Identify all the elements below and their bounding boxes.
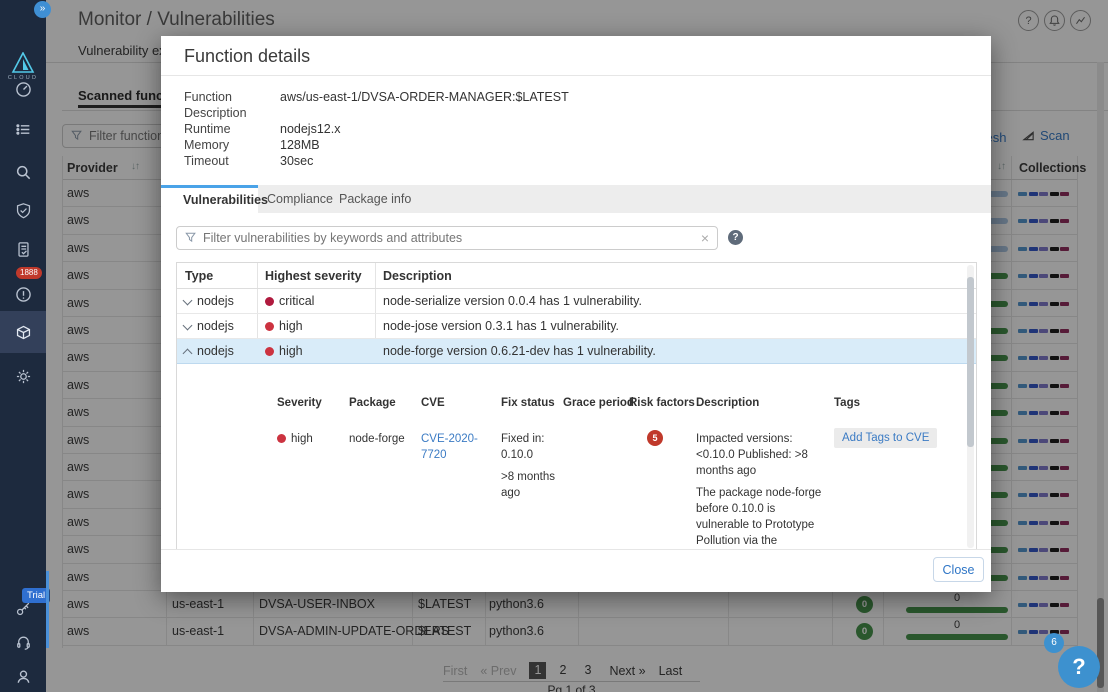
function-details-modal: Function details Function aws/us-east-1/… (161, 36, 991, 592)
detail-col-cve: CVE (421, 397, 445, 409)
severity-dot-high (265, 347, 274, 356)
field-value: 128MB (280, 138, 320, 152)
vulnerabilities-filter-input[interactable] (203, 231, 695, 245)
modal-footer: Close (161, 549, 991, 592)
sidebar-item-settings[interactable] (0, 358, 46, 394)
sidebar-item-compliance[interactable] (0, 231, 46, 267)
vuln-description: node-forge version 0.6.21-dev has 1 vuln… (383, 339, 656, 364)
detail-col-grace-period: Grace period (563, 397, 634, 409)
tab-package-info[interactable]: Package info (339, 185, 411, 213)
tab-vulnerabilities[interactable]: Vulnerabilities (161, 185, 258, 213)
severity-dot-high (265, 322, 274, 331)
vulnerability-row[interactable]: nodejs high node-jose version 0.3.1 has … (177, 314, 976, 339)
alerts-count-badge: 1888 (16, 267, 42, 279)
document-check-icon (15, 241, 32, 258)
sidebar-item-alerts[interactable] (0, 276, 46, 312)
cve-link[interactable]: CVE-2020-7720 (421, 431, 485, 463)
vuln-type: nodejs (197, 289, 234, 314)
detail-col-package: Package (349, 397, 396, 409)
tab-compliance[interactable]: Compliance (267, 185, 333, 213)
vuln-severity: high (279, 339, 303, 364)
vuln-scrollbar-thumb[interactable] (967, 277, 974, 447)
vuln-description: node-jose version 0.3.1 has 1 vulnerabil… (383, 314, 619, 339)
description-para1: Impacted versions: <0.10.0 Published: >8… (696, 431, 824, 479)
sidebar-item-policies[interactable] (0, 111, 46, 147)
detail-severity: high (291, 431, 313, 447)
sidebar-item-support[interactable] (0, 624, 46, 660)
col-highest-severity: Highest severity (265, 263, 362, 289)
help-fab-button[interactable]: ? (1058, 646, 1100, 688)
severity-dot-critical (265, 297, 274, 306)
sidebar-expand-toggle[interactable]: » (34, 1, 51, 18)
detail-col-severity: Severity (277, 397, 322, 409)
risk-factors-badge[interactable]: 5 (647, 430, 663, 446)
detail-col-description: Description (696, 397, 759, 409)
sidebar-item-search[interactable] (0, 154, 46, 190)
col-type: Type (185, 263, 213, 289)
sidebar-item-defend[interactable] (0, 192, 46, 228)
field-value: nodejs12.x (280, 122, 340, 136)
shield-check-icon (15, 202, 32, 219)
detail-fix-status: Fixed in: 0.10.0 >8 months ago (501, 431, 563, 501)
user-icon (15, 668, 32, 685)
sidebar-item-functions[interactable] (0, 314, 46, 350)
vuln-severity: high (279, 314, 303, 339)
detail-col-fix-status: Fix status (501, 397, 555, 409)
fix-line2: >8 months ago (501, 469, 563, 501)
field-label: Function (184, 90, 276, 104)
field-label: Memory (184, 138, 276, 152)
cube-icon (15, 324, 32, 341)
detail-col-risk-factors: Risk factors (629, 397, 695, 409)
sidebar-item-dashboard[interactable] (0, 71, 46, 107)
alert-icon (15, 286, 32, 303)
field-value: 30sec (280, 154, 313, 168)
funnel-icon (185, 232, 197, 244)
field-label: Timeout (184, 154, 276, 168)
field-label: Description (184, 106, 276, 120)
modal-tabbar: Vulnerabilities Compliance Package info (161, 185, 991, 213)
description-para2: The package node-forge before 0.10.0 is … (696, 485, 824, 549)
vuln-type: nodejs (197, 339, 234, 364)
field-value: aws/us-east-1/DVSA-ORDER-MANAGER:$LATEST (280, 90, 569, 104)
detail-col-tags: Tags (834, 397, 860, 409)
help-fab-badge: 6 (1044, 633, 1064, 653)
close-button[interactable]: Close (933, 557, 984, 582)
vulnerabilities-filter[interactable]: × (176, 226, 718, 250)
vulnerability-row-expanded[interactable]: nodejs high node-forge version 0.6.21-de… (177, 339, 976, 364)
vuln-type: nodejs (197, 314, 234, 339)
col-description: Description (383, 263, 452, 289)
sidebar: CLOUD 1888 Trial (0, 0, 46, 692)
chevron-up-icon (183, 349, 193, 359)
detail-description: Impacted versions: <0.10.0 Published: >8… (696, 431, 824, 549)
filter-help-icon[interactable]: ? (728, 230, 743, 245)
field-label: Runtime (184, 122, 276, 136)
severity-dot-high (277, 434, 286, 443)
vulnerabilities-table: Type Highest severity Description nodejs… (176, 262, 977, 549)
add-tags-to-cve-button[interactable]: Add Tags to CVE (834, 428, 937, 448)
detail-package: node-forge (349, 431, 405, 447)
modal-header: Function details (161, 36, 991, 76)
search-icon (15, 164, 32, 181)
vulnerability-detail: Severity Package CVE Fix status Grace pe… (177, 364, 976, 549)
vuln-description: node-serialize version 0.0.4 has 1 vulne… (383, 289, 642, 314)
modal-title: Function details (184, 36, 310, 76)
vuln-severity: critical (279, 289, 314, 314)
clear-filter-icon[interactable]: × (701, 230, 709, 246)
sidebar-item-profile[interactable] (0, 658, 46, 692)
fix-line1: Fixed in: 0.10.0 (501, 433, 544, 461)
chevron-down-icon (183, 321, 193, 331)
vuln-table-header: Type Highest severity Description (177, 263, 976, 289)
headset-icon (15, 634, 32, 651)
gear-icon (15, 368, 32, 385)
gauge-icon (15, 81, 32, 98)
vulnerability-row[interactable]: nodejs critical node-serialize version 0… (177, 289, 976, 314)
scroll-indicator (46, 571, 49, 648)
list-icon (15, 121, 32, 138)
chevron-down-icon (183, 296, 193, 306)
